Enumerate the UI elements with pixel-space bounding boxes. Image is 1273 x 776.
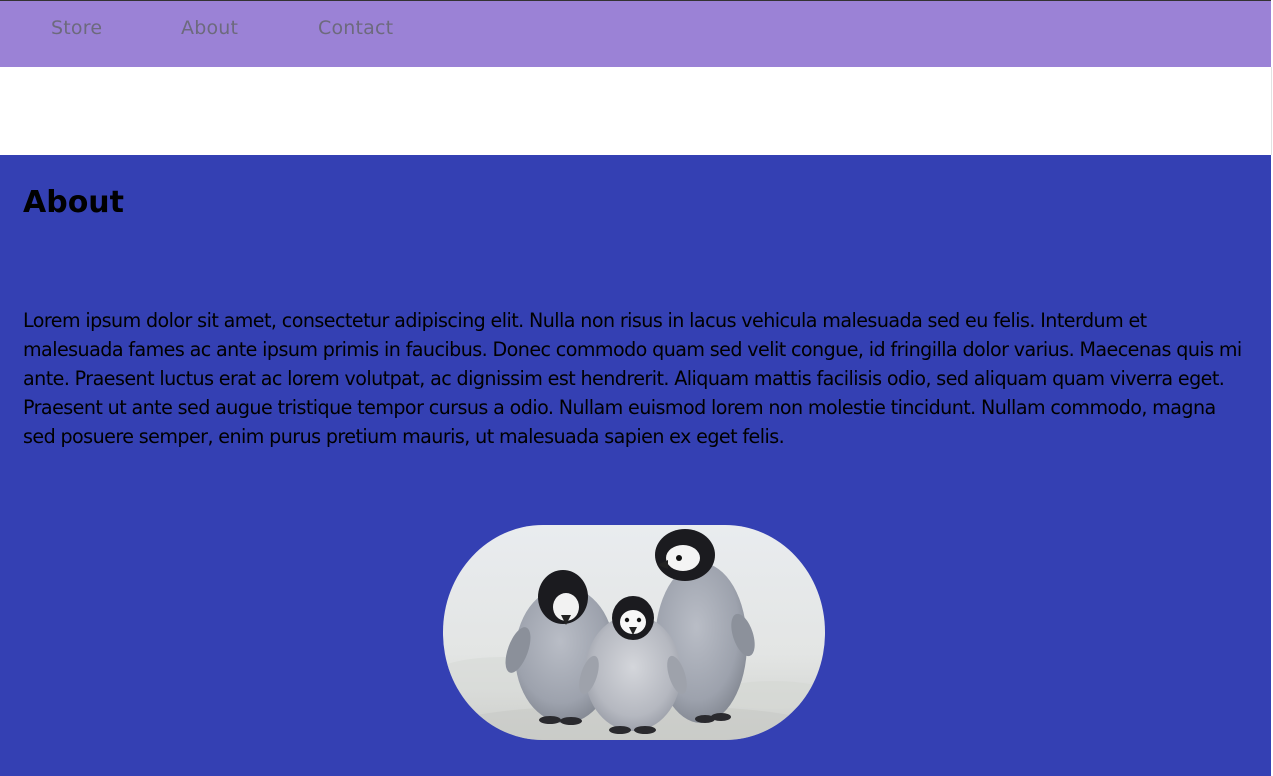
nav-link-contact[interactable]: Contact	[318, 17, 393, 39]
about-paragraph: Lorem ipsum dolor sit amet, consectetur …	[23, 309, 1242, 448]
nav-link-store[interactable]: Store	[51, 17, 102, 39]
nav-link-about[interactable]: About	[181, 17, 238, 39]
header-spacer	[0, 67, 1272, 155]
about-section: About Lorem ipsum dolor sit amet, consec…	[0, 155, 1271, 776]
top-navbar: Store About Contact	[0, 0, 1271, 67]
penguins-image	[443, 525, 825, 740]
about-heading: About	[23, 185, 125, 220]
